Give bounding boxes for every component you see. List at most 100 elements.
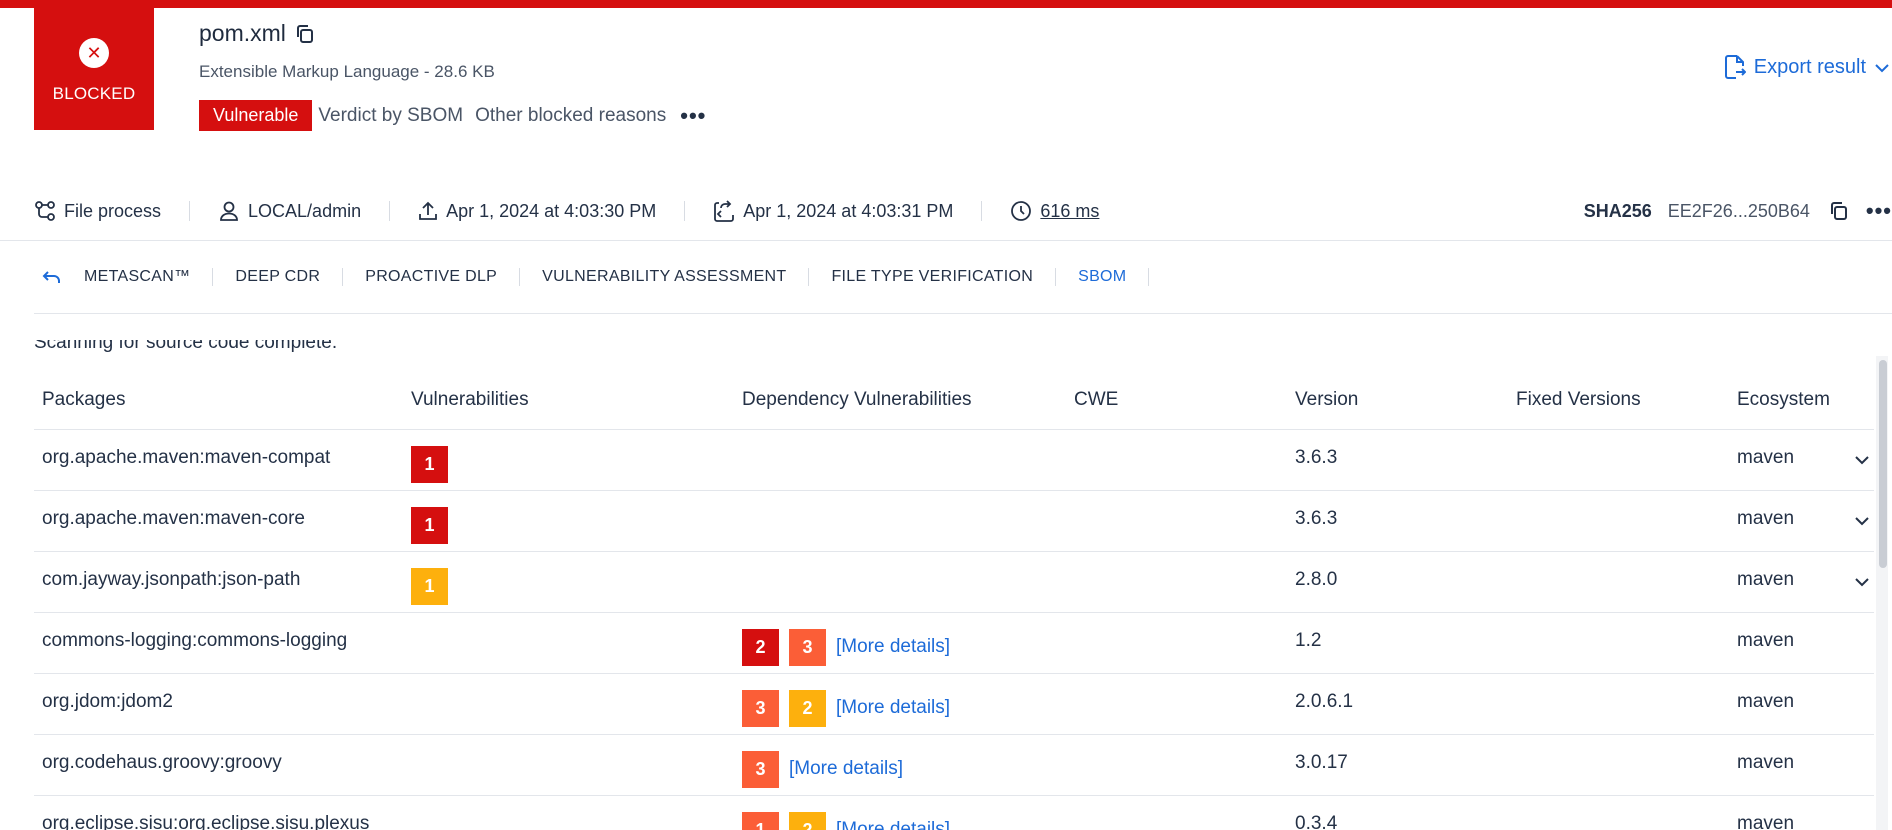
tab-file-type-verification[interactable]: FILE TYPE VERIFICATION (831, 268, 1033, 286)
user-icon (220, 201, 238, 221)
process-time-label: Apr 1, 2024 at 4:03:31 PM (743, 200, 954, 221)
process-time: Apr 1, 2024 at 4:03:31 PM (713, 199, 953, 223)
divider (389, 201, 391, 221)
more-details-link[interactable]: [More details] (836, 697, 950, 719)
export-file-icon (1724, 55, 1746, 79)
divider (1148, 268, 1150, 286)
more-details-link[interactable]: [More details] (789, 758, 903, 780)
divider (519, 268, 521, 286)
file-name: pom.xml (199, 20, 286, 46)
copy-icon[interactable] (294, 23, 316, 45)
critical-severity-badge[interactable]: 1 (411, 506, 448, 544)
more-reasons-button[interactable]: ••• (680, 104, 706, 127)
dependency-vulnerabilities-cell: 3 2 [More details] (734, 682, 1066, 727)
chevron-down-icon[interactable] (1854, 571, 1870, 593)
high-severity-badge[interactable]: 3 (742, 689, 779, 727)
divider (981, 201, 983, 221)
table-row[interactable]: org.eclipse.sisu:org.eclipse.sisu.plexus… (34, 796, 1874, 830)
package-name: org.codehaus.groovy:groovy (42, 752, 282, 773)
expand-cell (1849, 510, 1874, 532)
upload-time: Apr 1, 2024 at 4:03:30 PM (418, 200, 656, 222)
scrollbar-thumb[interactable] (1879, 360, 1887, 568)
tab-deep-cdr[interactable]: DEEP CDR (235, 268, 320, 286)
package-name: org.eclipse.sisu:org.eclipse.sisu.plexus (42, 813, 370, 830)
table-header: Packages Vulnerabilities Dependency Vuln… (34, 370, 1874, 430)
expand-cell (1849, 571, 1874, 593)
header-version[interactable]: Version (1287, 389, 1508, 411)
medium-severity-badge[interactable]: 1 (411, 567, 448, 605)
file-process-link[interactable]: File process (34, 200, 161, 222)
user-label: LOCAL/admin (248, 200, 362, 221)
x-circle-icon: ✕ (79, 38, 109, 68)
table-row[interactable]: org.apache.maven:maven-core 1 3.6.3 maven (34, 491, 1874, 552)
medium-severity-badge[interactable]: 2 (789, 811, 826, 830)
header-fixed-versions[interactable]: Fixed Versions (1508, 389, 1729, 411)
package-name: org.apache.maven:maven-compat (42, 447, 331, 468)
critical-severity-badge[interactable]: 2 (742, 628, 779, 666)
high-severity-badge[interactable]: 3 (742, 750, 779, 788)
tab-proactive-dlp[interactable]: PROACTIVE DLP (365, 268, 497, 286)
tab-vulnerability-assessment[interactable]: VULNERABILITY ASSESSMENT (542, 268, 786, 286)
clock-icon (1011, 201, 1032, 221)
package-name: com.jayway.jsonpath:json-path (42, 569, 301, 590)
export-result-button[interactable]: Export result (1724, 54, 1890, 80)
critical-severity-badge[interactable]: 1 (411, 445, 448, 483)
chevron-down-icon (1874, 56, 1890, 79)
ecosystem-cell: maven (1737, 630, 1795, 651)
verdict-label: BLOCKED (52, 84, 136, 103)
divider (808, 268, 810, 286)
version-cell: 0.3.4 (1295, 813, 1338, 830)
divider (342, 268, 344, 286)
sha-label: SHA256 (1583, 200, 1652, 221)
verdict-by-text: Verdict by SBOM (318, 104, 464, 126)
copy-sha-icon[interactable] (1828, 200, 1850, 222)
high-severity-badge[interactable]: 1 (742, 811, 779, 830)
ecosystem-cell: maven (1737, 447, 1795, 468)
chevron-down-icon[interactable] (1854, 449, 1870, 471)
vulnerabilities-cell: 1 (403, 560, 734, 605)
duration-info[interactable]: 616 ms (1010, 200, 1099, 222)
ecosystem-cell: maven (1737, 569, 1795, 590)
verdict-badges: Vulnerable Verdict by SBOM Other blocked… (199, 100, 706, 131)
medium-severity-badge[interactable]: 2 (789, 689, 826, 727)
duration-label: 616 ms (1040, 200, 1100, 221)
refresh-file-icon (714, 200, 735, 222)
package-name: org.jdom:jdom2 (42, 691, 173, 712)
table-row[interactable]: org.jdom:jdom2 3 2 [More details] 2.0.6.1 mav… (34, 674, 1874, 735)
back-arrow-icon[interactable] (42, 269, 62, 285)
sha-value: EE2F26...250B64 (1667, 200, 1810, 221)
table-row[interactable]: org.apache.maven:maven-compat 1 3.6.3 maven (34, 430, 1874, 491)
more-details-link[interactable]: [More details] (836, 636, 950, 658)
chevron-down-icon[interactable] (1854, 510, 1870, 532)
header-cwe[interactable]: CWE (1066, 389, 1287, 411)
header-packages[interactable]: Packages (34, 389, 403, 411)
divider (0, 240, 1892, 241)
version-cell: 2.8.0 (1295, 569, 1338, 590)
verdict-box: ✕ BLOCKED (34, 8, 154, 130)
file-process-label: File process (64, 200, 162, 221)
vulnerable-badge[interactable]: Vulnerable (199, 100, 313, 131)
table-row[interactable]: commons-logging:commons-logging 2 3 [More d… (34, 613, 1874, 674)
upload-time-label: Apr 1, 2024 at 4:03:30 PM (446, 200, 657, 221)
more-details-link[interactable]: [More details] (836, 819, 950, 830)
ecosystem-cell: maven (1737, 752, 1795, 773)
header-dependency-vulnerabilities[interactable]: Dependency Vulnerabilities (734, 389, 1066, 411)
export-result-label: Export result (1753, 55, 1866, 78)
divider (189, 201, 191, 221)
more-options-button[interactable]: ••• (1866, 200, 1892, 222)
dependency-vulnerabilities-cell: 2 3 [More details] (734, 621, 1066, 666)
header-ecosystem[interactable]: Ecosystem (1729, 389, 1849, 411)
other-reasons-text: Other blocked reasons (475, 104, 667, 126)
high-severity-badge[interactable]: 3 (789, 628, 826, 666)
file-title-row: pom.xml (199, 20, 316, 47)
table-row[interactable]: org.codehaus.groovy:groovy 3 [More details… (34, 735, 1874, 796)
tab-sbom[interactable]: SBOM (1078, 268, 1126, 286)
table-body: org.apache.maven:maven-compat 1 3.6.3 maven… (34, 430, 1874, 830)
tab-metascan[interactable]: METASCAN™ (84, 268, 190, 286)
divider (34, 313, 1892, 314)
version-cell: 3.0.17 (1295, 752, 1348, 773)
dependency-vulnerabilities-cell: 1 2 [More details] (734, 804, 1066, 830)
header-vulnerabilities[interactable]: Vulnerabilities (403, 389, 734, 411)
table-row[interactable]: com.jayway.jsonpath:json-path 1 2.8.0 maven (34, 552, 1874, 613)
expand-cell (1849, 449, 1874, 471)
